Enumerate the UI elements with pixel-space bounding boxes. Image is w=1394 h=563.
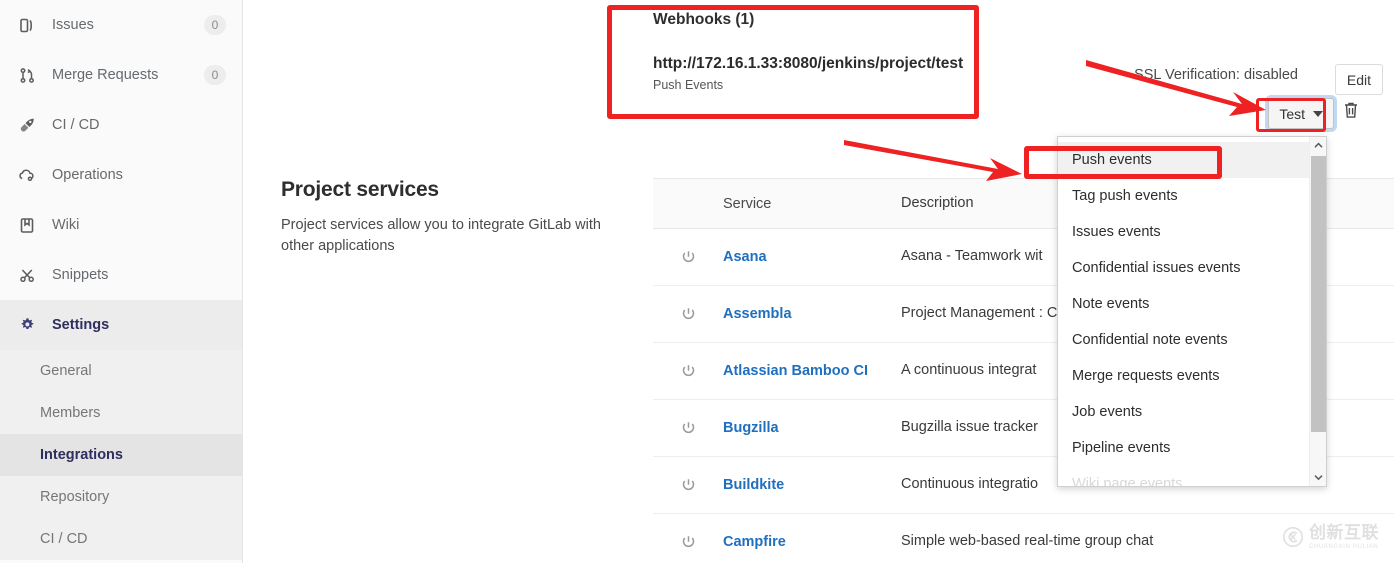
sidebar-item-label: CI / CD	[52, 117, 100, 133]
sidebar-item-general[interactable]: General	[0, 350, 242, 392]
sidebar-item-operations[interactable]: Operations	[0, 150, 242, 200]
service-name-link[interactable]: Campfire	[723, 534, 901, 550]
dropdown-item-confidential-note-events[interactable]: Confidential note events	[1058, 322, 1309, 358]
watermark-text-en: CHUANGXIN HULIAN	[1309, 544, 1379, 550]
dropdown-item-pipeline-events[interactable]: Pipeline events	[1058, 430, 1309, 466]
power-icon[interactable]	[653, 306, 723, 323]
dropdown-item-merge-requests-events[interactable]: Merge requests events	[1058, 358, 1309, 394]
service-name-link[interactable]: Atlassian Bamboo CI	[723, 363, 901, 379]
sidebar-item-label: Merge Requests	[52, 67, 159, 83]
dropdown-list: Push events Tag push events Issues event…	[1058, 137, 1309, 486]
settings-label: Settings	[52, 317, 110, 333]
webhooks-title: Webhooks (1)	[653, 11, 755, 28]
page-title: Project services	[281, 178, 439, 201]
main-content: Webhooks (1) http://172.16.1.33:8080/jen…	[243, 0, 1394, 563]
sidebar-item-label: Wiki	[52, 217, 80, 233]
sub-item-label: General	[40, 363, 92, 379]
cloud-gear-icon	[16, 165, 38, 185]
dropdown-item-label: Confidential issues events	[1072, 260, 1241, 276]
watermark-logo-icon	[1283, 527, 1303, 547]
dropdown-item-label: Wiki page events	[1072, 476, 1183, 487]
dropdown-item-tag-push-events[interactable]: Tag push events	[1058, 178, 1309, 214]
book-icon	[16, 215, 38, 235]
scroll-up-icon[interactable]	[1310, 137, 1326, 154]
sidebar-item-integrations[interactable]: Integrations	[0, 434, 242, 476]
sidebar-item-settings[interactable]: Settings	[0, 300, 242, 350]
sub-item-label: CI / CD	[40, 531, 88, 547]
dropdown-item-label: Issues events	[1072, 224, 1161, 240]
dropdown-item-label: Job events	[1072, 404, 1143, 420]
watermark: 创新互联 CHUANGXIN HULIAN	[1282, 517, 1388, 557]
watermark-text-cn: 创新互联	[1309, 523, 1379, 542]
screen: Issues 0 Merge Requests 0 CI / CD Operat…	[0, 0, 1394, 563]
sidebar-item-repository[interactable]: Repository	[0, 476, 242, 518]
sidebar-item-issues[interactable]: Issues 0	[0, 0, 242, 50]
test-button-wrapper: Test	[1268, 98, 1334, 129]
webhooks-block: Webhooks (1) http://172.16.1.33:8080/jen…	[653, 11, 973, 92]
gear-icon	[16, 315, 38, 335]
delete-webhook-button[interactable]	[1342, 100, 1360, 122]
scrollbar-thumb[interactable]	[1311, 156, 1326, 432]
power-icon[interactable]	[653, 420, 723, 437]
dropdown-item-label: Tag push events	[1072, 188, 1178, 204]
sidebar-item-wiki[interactable]: Wiki	[0, 200, 242, 250]
page-description: Project services allow you to integrate …	[281, 217, 601, 255]
dropdown-item-label: Note events	[1072, 296, 1150, 312]
project-services-header: Project services Project services allow …	[281, 178, 611, 257]
sidebar-item-members[interactable]: Members	[0, 392, 242, 434]
service-name-link[interactable]: Asana	[723, 249, 901, 265]
issues-icon	[16, 15, 38, 35]
test-button-label: Test	[1279, 105, 1305, 122]
sidebar-item-ci-cd[interactable]: CI / CD	[0, 100, 242, 150]
dropdown-item-job-events[interactable]: Job events	[1058, 394, 1309, 430]
settings-subnav: General Members Integrations Repository …	[0, 350, 242, 560]
dropdown-item-issues-events[interactable]: Issues events	[1058, 214, 1309, 250]
ssl-verification-status: SSL Verification: disabled	[1134, 67, 1298, 83]
sidebar-item-settings-ci-cd[interactable]: CI / CD	[0, 518, 242, 560]
webhook-events: Push Events	[653, 78, 724, 92]
power-icon[interactable]	[653, 249, 723, 266]
dropdown-item-label: Push events	[1072, 152, 1152, 168]
scroll-down-icon[interactable]	[1310, 469, 1326, 486]
sidebar-item-label: Operations	[52, 167, 123, 183]
dropdown-item-note-events[interactable]: Note events	[1058, 286, 1309, 322]
scissors-icon	[16, 265, 38, 285]
dropdown-item-push-events[interactable]: Push events	[1058, 142, 1309, 178]
power-icon[interactable]	[653, 363, 723, 380]
dropdown-item-label: Confidential note events	[1072, 332, 1228, 348]
merge-requests-count-badge: 0	[204, 65, 226, 85]
dropdown-item-confidential-issues-events[interactable]: Confidential issues events	[1058, 250, 1309, 286]
service-name-link[interactable]: Bugzilla	[723, 420, 901, 436]
service-name-link[interactable]: Buildkite	[723, 477, 901, 493]
sidebar-item-label: Snippets	[52, 267, 109, 283]
sub-item-label: Integrations	[40, 447, 123, 463]
sub-item-label: Repository	[40, 489, 110, 505]
dropdown-scrollbar[interactable]	[1309, 137, 1326, 486]
service-name-link[interactable]: Assembla	[723, 306, 901, 322]
sidebar-item-merge-requests[interactable]: Merge Requests 0	[0, 50, 242, 100]
dropdown-item-label: Merge requests events	[1072, 368, 1220, 384]
webhook-url[interactable]: http://172.16.1.33:8080/jenkins/project/…	[653, 55, 973, 73]
chevron-down-icon	[1313, 110, 1323, 117]
sidebar-item-snippets[interactable]: Snippets	[0, 250, 242, 300]
sub-item-label: Members	[40, 405, 101, 421]
dropdown-item-wiki-page-events[interactable]: Wiki page events	[1058, 466, 1309, 487]
power-icon[interactable]	[653, 534, 723, 551]
issues-count-badge: 0	[204, 15, 226, 35]
dropdown-item-label: Pipeline events	[1072, 440, 1171, 456]
edit-button[interactable]: Edit	[1334, 64, 1383, 95]
column-header-service: Service	[723, 195, 772, 212]
rocket-icon	[16, 115, 38, 135]
merge-request-icon	[16, 65, 38, 85]
test-events-dropdown[interactable]: Push events Tag push events Issues event…	[1057, 136, 1327, 487]
power-icon[interactable]	[653, 477, 723, 494]
sidebar: Issues 0 Merge Requests 0 CI / CD Operat…	[0, 0, 243, 563]
test-button[interactable]: Test	[1268, 98, 1334, 129]
sidebar-item-label: Issues	[52, 17, 94, 33]
